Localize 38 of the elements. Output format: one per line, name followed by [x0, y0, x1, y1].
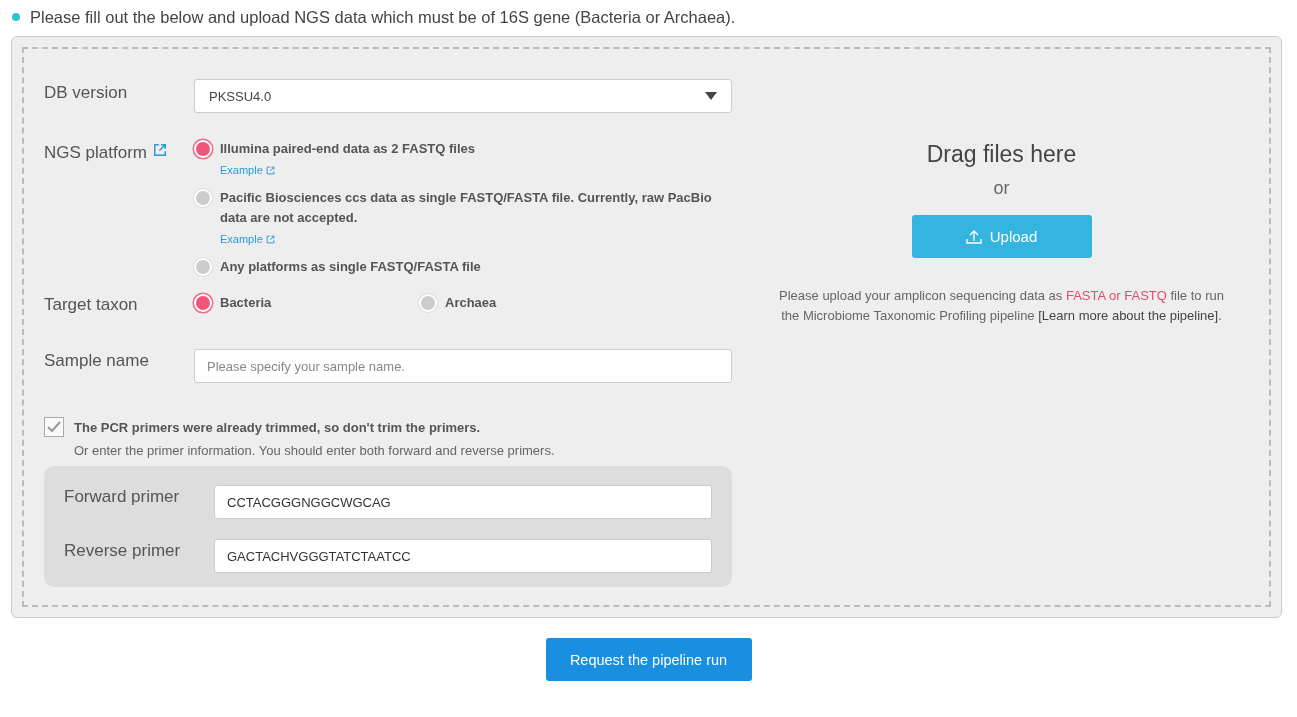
instruction-text: Please fill out the below and upload NGS data which must be of 16S gene (Bacteria or Archaea).: [30, 7, 736, 27]
upload-icon: [965, 229, 982, 244]
caret-icon: [705, 92, 717, 100]
hint-text: Or enter the primer information. You should enter both forward and reverse primers.: [73, 443, 556, 458]
option-label: Illumina paired-end data as 2 FASTQ files: [220, 140, 476, 158]
bullet-dot: [12, 13, 20, 21]
radio-button[interactable]: [194, 258, 212, 276]
drop-title: Drag files here: [926, 141, 1077, 168]
external-link-icon: [265, 234, 275, 244]
example-link[interactable]: Example: [220, 164, 275, 176]
external-link-icon: [265, 165, 275, 175]
example-link[interactable]: Example: [220, 233, 275, 245]
checkbox[interactable]: [44, 417, 64, 437]
primer-input[interactable]: CCTACGGGNGGCWGCAG: [214, 485, 712, 519]
radio-button[interactable]: [194, 140, 212, 158]
radio-button[interactable]: [194, 294, 212, 312]
checkmark-icon: [47, 421, 61, 433]
upload-note: Please upload your amplicon sequencing data as FASTA or FASTQ file to run the Microbiome Taxonomic Profiling pipeline [Learn more about the pipeline].: [778, 287, 1225, 325]
upload-button[interactable]: Upload: [911, 215, 1092, 258]
field-label: Forward primer: [64, 486, 181, 507]
external-link-icon: [153, 143, 167, 157]
option-label: Bacteria: [220, 294, 272, 312]
option-label: Pacific Biosciences ccs data as single FASTQ/FASTA file. Currently, raw PacBio data are not accepted.: [220, 189, 713, 227]
radio-button[interactable]: [194, 189, 212, 207]
submit-button[interactable]: Request the pipeline run: [545, 638, 752, 681]
field-label: DB version: [44, 82, 129, 103]
option-label: Archaea: [445, 294, 497, 312]
field-label: Reverse primer: [64, 540, 182, 561]
radio-button[interactable]: [419, 294, 437, 312]
sample-name-input[interactable]: Please specify your sample name.: [194, 349, 732, 383]
field-label: NGS platform: [44, 143, 147, 163]
option-label: Any platforms as single FASTQ/FASTA file: [220, 258, 482, 276]
primer-input[interactable]: GACTACHVGGGTATCTAATCC: [214, 539, 712, 573]
or-text: or: [993, 178, 1010, 199]
field-label: Sample name: [44, 350, 150, 371]
field-label: Target taxon: [44, 294, 139, 315]
db-version-select[interactable]: PKSSU4.0: [194, 79, 732, 113]
checkbox-label: The PCR primers were already trimmed, so don't trim the primers.: [74, 419, 481, 435]
